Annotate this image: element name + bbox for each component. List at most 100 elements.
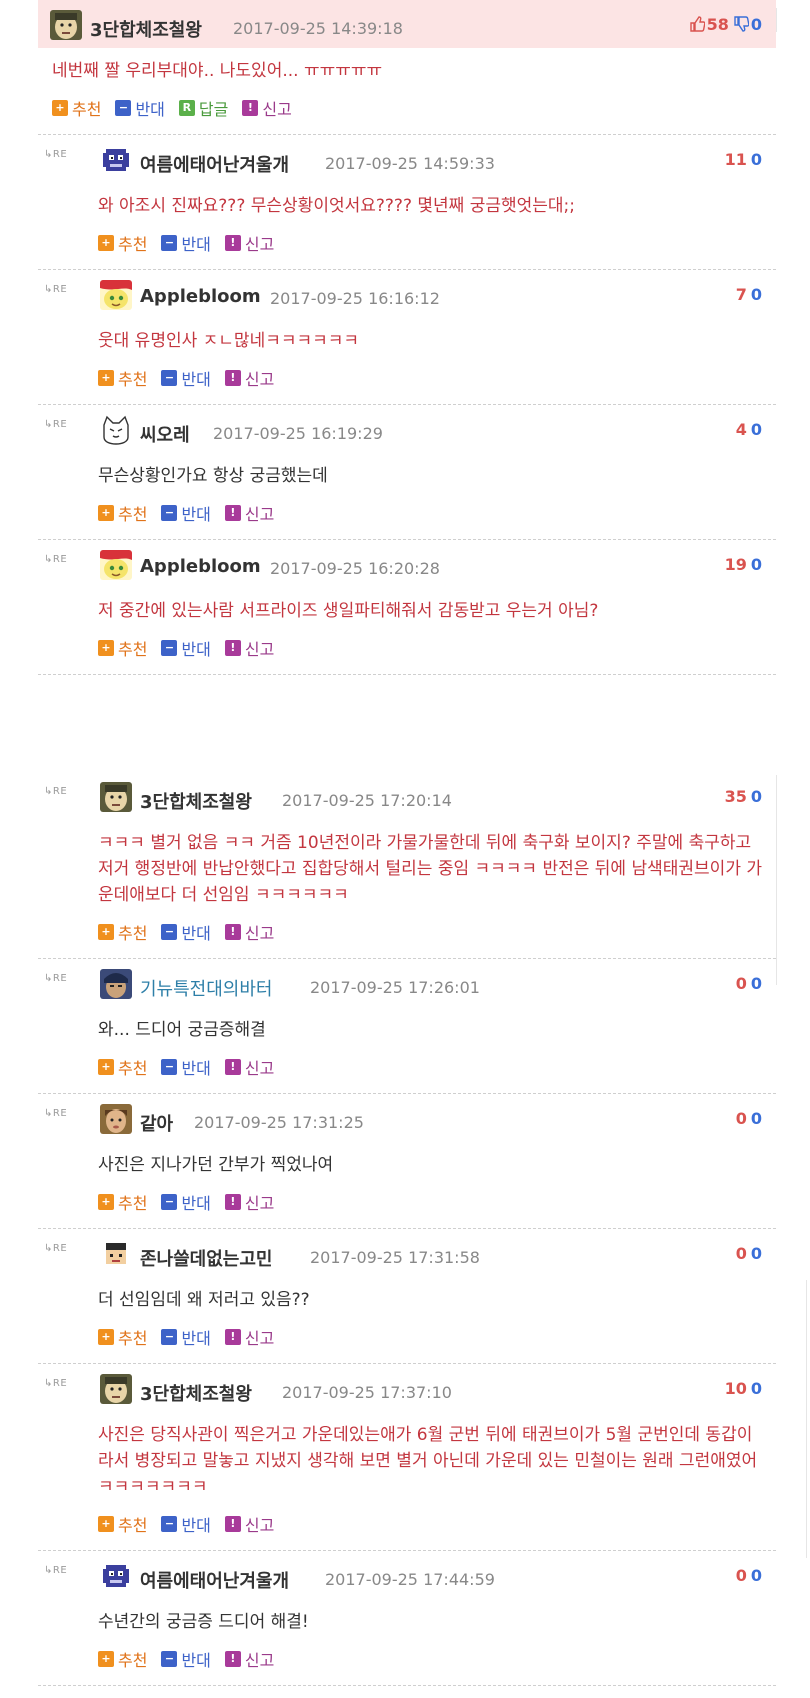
oppose-label: 반대 — [181, 1516, 211, 1535]
comment-text: 사진은 지나가던 간부가 찍었나여 — [98, 1155, 334, 1175]
upvote-value: 0 — [735, 1109, 747, 1128]
downvote-value: 0 — [750, 420, 762, 439]
oppose-button[interactable]: − 반대 — [161, 366, 211, 390]
vote-score: 00 — [736, 1566, 762, 1585]
recommend-button[interactable]: + 추천 — [52, 96, 101, 120]
comment-actions: + 추천 − 반대 ! 신고 — [38, 1635, 776, 1685]
oppose-button[interactable]: − 반대 — [161, 1055, 211, 1079]
vote-score: 00 — [736, 1244, 762, 1263]
reply-mark-label: RE — [52, 149, 68, 160]
oppose-icon: − — [161, 505, 178, 521]
oppose-button[interactable]: − 반대 — [161, 1190, 211, 1214]
upvote-count: 35 — [725, 787, 747, 806]
report-label: 신고 — [244, 924, 275, 943]
downvote-count: 0 — [751, 285, 762, 304]
oppose-button[interactable]: − 반대 — [115, 96, 165, 120]
report-button[interactable]: ! 신고 — [224, 501, 274, 525]
oppose-button[interactable]: − 반대 — [161, 636, 211, 660]
recommend-button[interactable]: + 추천 — [98, 1055, 147, 1079]
upvote-count: 4 — [736, 420, 747, 439]
recommend-button[interactable]: + 추천 — [98, 366, 147, 390]
default-face-icon[interactable] — [100, 1374, 132, 1404]
oppose-button[interactable]: − 반대 — [161, 1325, 211, 1349]
downvote-count: 0 — [751, 974, 762, 993]
author-nickname[interactable]: 여름에태어난겨울개 — [140, 151, 289, 177]
report-icon: ! — [224, 235, 241, 251]
pixel-boy-icon[interactable] — [100, 1239, 132, 1269]
default-face-icon[interactable] — [100, 782, 132, 812]
report-icon: ! — [224, 640, 241, 656]
oppose-label: 반대 — [181, 1651, 211, 1670]
author-nickname[interactable]: Applebloom — [140, 286, 261, 307]
author-nickname[interactable]: 씨오레 — [140, 421, 190, 447]
author-nickname[interactable]: 3단합체조철왕 — [140, 1380, 252, 1406]
recommend-button[interactable]: + 추천 — [98, 636, 147, 660]
report-button[interactable]: ! 신고 — [224, 366, 274, 390]
oppose-button[interactable]: − 반대 — [161, 920, 211, 944]
author-nickname[interactable]: Applebloom — [140, 556, 261, 577]
recommend-icon: + — [98, 235, 114, 251]
recommend-button[interactable]: + 추천 — [98, 231, 147, 255]
pixel-character-icon[interactable] — [100, 1561, 132, 1591]
recommend-label: 추천 — [118, 370, 148, 389]
report-button[interactable]: ! 신고 — [242, 96, 292, 120]
comment-header: ↳RE 3단합체조철왕 2017-09-25 17:20:14 35 0 — [38, 772, 776, 820]
recommend-label: 추천 — [118, 924, 148, 943]
vote-score: 10 0 — [725, 1379, 762, 1398]
recommend-button[interactable]: + 추천 — [98, 501, 147, 525]
photo-face-icon[interactable] — [100, 1104, 132, 1134]
author-nickname[interactable]: 여름에태어난겨울개 — [140, 1567, 289, 1593]
recommend-button[interactable]: + 추천 — [98, 920, 147, 944]
report-button[interactable]: ! 신고 — [224, 920, 275, 944]
report-button[interactable]: ! 신고 — [224, 1647, 274, 1671]
scroll-edge-2 — [776, 775, 777, 985]
comment-item: ↳RE Applebloom 2017-09-25 16:16:12 7 0 웃대 유명인… — [38, 270, 776, 405]
oppose-button[interactable]: − 반대 — [161, 501, 211, 525]
downvote-value: 0 — [750, 150, 762, 169]
report-label: 신고 — [244, 640, 275, 659]
answer-button[interactable]: R 답글 — [178, 96, 228, 120]
oppose-button[interactable]: − 반대 — [161, 231, 211, 255]
oppose-button[interactable]: − 반대 — [161, 1512, 211, 1536]
report-button[interactable]: ! 신고 — [224, 231, 274, 255]
pony-icon[interactable] — [100, 550, 132, 580]
report-button[interactable]: ! 신고 — [224, 636, 275, 660]
author-nickname[interactable]: 기뉴특전대의바터 — [140, 975, 272, 1001]
comment-header: ↳RE 씨오레 2017-09-25 16:19:29 4 0 — [38, 405, 776, 453]
oppose-label: 반대 — [181, 1329, 211, 1348]
report-button[interactable]: ! 신고 — [224, 1325, 274, 1349]
recommend-button[interactable]: + 추천 — [98, 1512, 147, 1536]
report-button[interactable]: ! 신고 — [224, 1512, 274, 1536]
default-face-icon[interactable] — [50, 10, 82, 40]
recommend-button[interactable]: + 추천 — [98, 1325, 147, 1349]
report-button[interactable]: ! 신고 — [224, 1055, 274, 1079]
recommend-icon: + — [98, 924, 114, 940]
oppose-icon: − — [161, 1329, 178, 1345]
cat-face-icon[interactable] — [100, 415, 132, 445]
recommend-button[interactable]: + 추천 — [98, 1647, 147, 1671]
oppose-icon: − — [161, 640, 178, 656]
comment-header: 3단합체조철왕 2017-09-25 14:39:18 58 0 — [38, 0, 776, 48]
recommend-label: 추천 — [118, 1194, 148, 1213]
oppose-button[interactable]: − 반대 — [161, 1647, 211, 1671]
comment-text: 저 중간에 있는사람 서프라이즈 생일파티해줘서 감동받고 우는거 아님? — [98, 601, 599, 621]
vote-score: 11 0 — [725, 150, 762, 169]
anime-character-icon[interactable] — [100, 969, 132, 999]
comment-actions: + 추천 − 반대 ! 신고 — [38, 1178, 776, 1228]
author-nickname[interactable]: 존나쓸데없는고민 — [140, 1245, 272, 1271]
upvote-value: 35 — [724, 787, 747, 806]
recommend-button[interactable]: + 추천 — [98, 1190, 147, 1214]
reply-arrow-icon: ↳RE — [44, 1108, 68, 1119]
recommend-label: 추천 — [118, 1329, 148, 1348]
upvote-value: 7 — [735, 285, 747, 304]
pony-icon[interactable] — [100, 280, 132, 310]
author-nickname[interactable]: 3단합체조철왕 — [90, 16, 202, 42]
recommend-label: 추천 — [118, 505, 148, 524]
pixel-character-icon[interactable] — [100, 145, 132, 175]
comment-item: ↳RE 씨오레 2017-09-25 16:19:29 4 0 무슨상황인가요 항상 궁금… — [38, 405, 776, 540]
author-nickname[interactable]: 3단합체조철왕 — [140, 788, 252, 814]
report-icon: ! — [224, 1059, 241, 1075]
report-button[interactable]: ! 신고 — [224, 1190, 274, 1214]
author-nickname[interactable]: 같아 — [140, 1110, 173, 1136]
comment-timestamp: 2017-09-25 17:31:58 — [310, 1248, 480, 1267]
